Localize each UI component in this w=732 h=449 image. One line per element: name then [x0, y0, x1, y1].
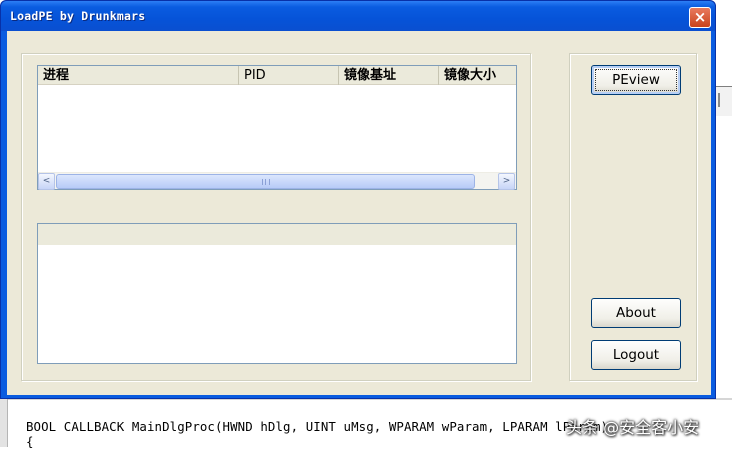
- about-button-label: About: [616, 305, 656, 321]
- logout-button[interactable]: Logout: [591, 340, 681, 370]
- dialog-client-area: 进程 PID 镜像基址 镜像大小 < > PEview About Logout: [7, 31, 711, 395]
- column-header-image-size[interactable]: 镜像大小: [439, 66, 516, 85]
- column-header-pid[interactable]: PID: [239, 66, 339, 85]
- code-line-1: BOOL CALLBACK MainDlgProc(HWND hDlg, UIN…: [26, 419, 609, 434]
- peview-button[interactable]: PEview: [591, 65, 681, 95]
- horizontal-scrollbar[interactable]: < >: [38, 172, 516, 190]
- column-header-image-base[interactable]: 镜像基址: [339, 66, 439, 85]
- loadpe-dialog: LoadPE by Drunkmars × 进程 PID 镜像基址 镜像大小 <: [0, 0, 716, 399]
- focus-rectangle: [595, 69, 677, 91]
- actions-groupbox: [569, 53, 697, 381]
- process-list-header: 进程 PID 镜像基址 镜像大小: [38, 66, 516, 85]
- scroll-left-button[interactable]: <: [38, 173, 55, 190]
- module-list-header: [38, 224, 516, 245]
- window-title: LoadPE by Drunkmars: [10, 9, 146, 23]
- column-header-process[interactable]: 进程: [38, 66, 239, 85]
- logout-button-label: Logout: [612, 347, 660, 363]
- close-icon: ×: [693, 8, 707, 26]
- scroll-right-button[interactable]: >: [498, 173, 515, 190]
- chevron-left-icon: <: [42, 176, 51, 186]
- chevron-right-icon: >: [502, 176, 511, 186]
- module-list[interactable]: [37, 223, 517, 364]
- process-list[interactable]: 进程 PID 镜像基址 镜像大小 < >: [37, 65, 517, 190]
- title-bar[interactable]: LoadPE by Drunkmars ×: [1, 1, 715, 31]
- watermark-text: 头条 @安全客小安: [566, 418, 700, 437]
- grip-icon: [262, 179, 270, 185]
- scrollbar-thumb[interactable]: [56, 174, 475, 189]
- close-button[interactable]: ×: [689, 7, 711, 28]
- background-toolbar-grip: [714, 86, 732, 116]
- about-button[interactable]: About: [591, 298, 681, 328]
- background-gutter: [0, 398, 8, 447]
